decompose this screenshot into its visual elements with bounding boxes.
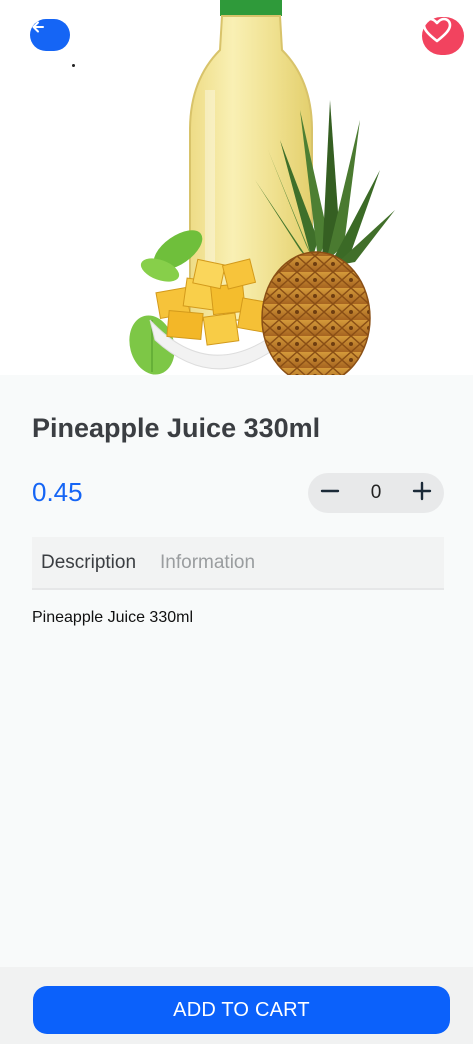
increase-quantity-button[interactable]: [402, 473, 442, 513]
image-indicator-dot: [72, 64, 75, 67]
product-title: Pineapple Juice 330ml: [32, 413, 321, 443]
tab-description[interactable]: Description: [41, 537, 136, 588]
back-button[interactable]: [30, 19, 70, 51]
favorite-button[interactable]: [422, 17, 464, 55]
decrease-quantity-button[interactable]: [310, 473, 350, 513]
add-to-cart-button[interactable]: ADD TO CART: [33, 986, 450, 1034]
bottom-action-bar: ADD TO CART: [0, 967, 473, 1044]
product-price: 0.45: [32, 477, 83, 507]
quantity-stepper: 0: [308, 473, 444, 513]
description-text: Pineapple Juice 330ml: [32, 609, 193, 626]
plus-icon: [412, 481, 432, 506]
tab-information[interactable]: Information: [160, 537, 255, 588]
product-hero-image: [0, 0, 473, 375]
product-details: Pineapple Juice 330ml 0.45 0 Description…: [0, 375, 473, 967]
quantity-value: 0: [370, 482, 382, 503]
product-tabs: Description Information: [32, 537, 444, 590]
minus-icon: [320, 481, 340, 506]
product-detail-screen: Pineapple Juice 330ml 0.45 0 Description…: [0, 0, 473, 1044]
pineapple-juice-photo: [129, 0, 395, 375]
